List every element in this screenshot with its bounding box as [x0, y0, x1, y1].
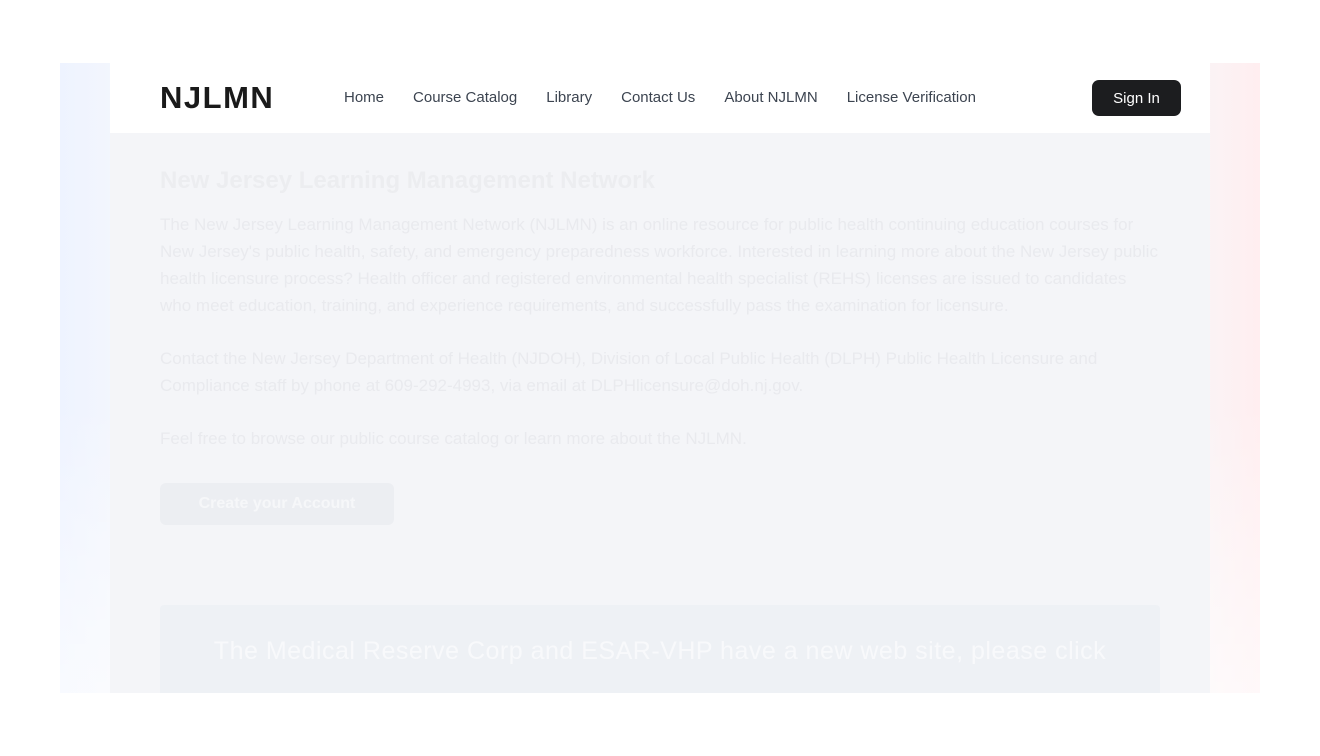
banner-text: The Medical Reserve Corp and ESAR-VHP ha…: [213, 637, 1107, 665]
site-logo[interactable]: NJLMN: [160, 79, 274, 117]
page-title: New Jersey Learning Management Network: [160, 167, 655, 194]
browse-paragraph: Feel free to browse our public course ca…: [160, 429, 747, 448]
page-frame: NJLMN Home Course Catalog Library Contac…: [110, 63, 1210, 693]
sign-in-button[interactable]: Sign In: [1092, 80, 1181, 116]
create-account-button[interactable]: Create your Account: [160, 483, 394, 525]
nav-course-catalog[interactable]: Course Catalog: [413, 87, 517, 109]
nav-license-verification[interactable]: License Verification: [847, 87, 976, 109]
nav-home[interactable]: Home: [344, 87, 384, 109]
contact-paragraph: Contact the New Jersey Department of Hea…: [160, 349, 1098, 395]
hero-content: New Jersey Learning Management Network T…: [160, 163, 1160, 525]
site-header: NJLMN Home Course Catalog Library Contac…: [110, 63, 1210, 133]
announcement-banner[interactable]: The Medical Reserve Corp and ESAR-VHP ha…: [160, 605, 1160, 693]
nav-about-njlmn[interactable]: About NJLMN: [724, 87, 817, 109]
nav-library[interactable]: Library: [546, 87, 592, 109]
intro-paragraph: The New Jersey Learning Management Netwo…: [160, 215, 1158, 315]
nav-contact-us[interactable]: Contact Us: [621, 87, 695, 109]
main-nav: Home Course Catalog Library Contact Us A…: [344, 87, 1005, 109]
